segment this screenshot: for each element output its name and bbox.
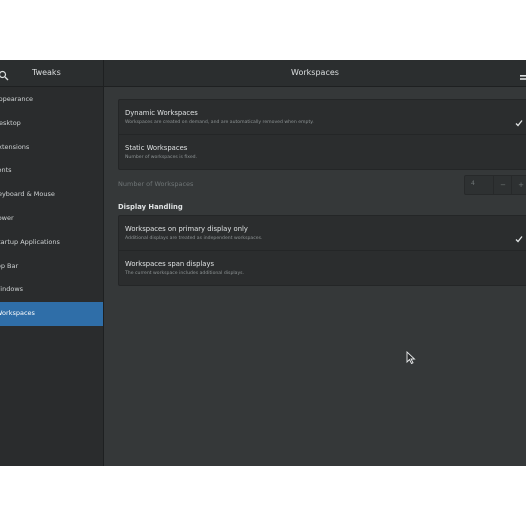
number-of-workspaces-spinbutton[interactable]: 4 − +: [464, 175, 526, 195]
number-of-workspaces-row: Number of Workspaces 4 − +: [118, 175, 526, 195]
span-displays-subtitle: The current workspace includes additiona…: [125, 271, 245, 276]
sidebar-item-label: Startup Applications: [0, 237, 60, 246]
sidebar-item-keyboard-mouse[interactable]: Keyboard & Mouse: [0, 183, 103, 207]
sidebar-item-label: Desktop: [0, 118, 21, 127]
tweaks-window: Tweaks Workspaces Appearance Desktop Ext…: [0, 60, 526, 466]
sidebar: Appearance Desktop Extensions Fonts Keyb…: [0, 87, 104, 466]
static-workspaces-subtitle: Number of workspaces is fixed.: [125, 155, 198, 160]
workspace-mode-group: Dynamic Workspaces Workspaces are create…: [118, 99, 526, 170]
sidebar-item-label: Keyboard & Mouse: [0, 190, 55, 199]
sidebar-item-extensions[interactable]: Extensions: [0, 136, 103, 160]
dynamic-workspaces-row[interactable]: Dynamic Workspaces Workspaces are create…: [119, 100, 526, 135]
workspaces-panel: Dynamic Workspaces Workspaces are create…: [104, 87, 526, 466]
primary-display-only-row[interactable]: Workspaces on primary display only Addit…: [119, 216, 526, 251]
display-handling-group: Workspaces on primary display only Addit…: [118, 215, 526, 286]
static-workspaces-title: Static Workspaces: [125, 144, 188, 152]
increment-button[interactable]: +: [511, 176, 526, 194]
sidebar-item-label: Appearance: [0, 95, 34, 103]
primary-display-only-subtitle: Additional displays are treated as indep…: [125, 236, 263, 241]
sidebar-item-label: Workspaces: [0, 309, 35, 318]
sidebar-item-windows[interactable]: Windows: [0, 278, 103, 302]
sidebar-item-label: Extensions: [0, 142, 30, 151]
app-title: Tweaks: [32, 68, 61, 77]
span-displays-row[interactable]: Workspaces span displays The current wor…: [119, 251, 526, 285]
sidebar-item-fonts[interactable]: Fonts: [0, 159, 103, 183]
number-of-workspaces-value[interactable]: 4: [471, 180, 475, 187]
sidebar-item-label: Power: [0, 213, 14, 222]
sidebar-item-desktop[interactable]: Desktop: [0, 112, 103, 136]
sidebar-item-power[interactable]: Power: [0, 207, 103, 231]
display-handling-heading: Display Handling: [118, 203, 183, 211]
window-menu-icon[interactable]: [520, 68, 526, 80]
dynamic-workspaces-subtitle: Workspaces are created on demand, and ar…: [125, 120, 314, 125]
primary-display-only-title: Workspaces on primary display only: [125, 225, 248, 233]
mouse-pointer-icon: [406, 350, 416, 365]
checkmark-icon: [515, 112, 523, 127]
page-title: Workspaces: [291, 68, 339, 77]
static-workspaces-row[interactable]: Static Workspaces Number of workspaces i…: [119, 135, 526, 169]
dynamic-workspaces-title: Dynamic Workspaces: [125, 109, 198, 117]
search-icon[interactable]: [0, 67, 10, 81]
sidebar-item-top-bar[interactable]: Top Bar: [0, 255, 103, 279]
checkmark-icon: [515, 228, 523, 243]
sidebar-item-appearance[interactable]: Appearance: [0, 88, 103, 112]
sidebar-item-startup-applications[interactable]: Startup Applications: [0, 231, 103, 255]
sidebar-item-label: Windows: [0, 285, 24, 294]
number-of-workspaces-label: Number of Workspaces: [118, 180, 194, 188]
header-bar: Tweaks Workspaces: [0, 60, 526, 87]
span-displays-title: Workspaces span displays: [125, 260, 215, 268]
sidebar-item-label: Fonts: [0, 166, 12, 175]
decrement-button[interactable]: −: [493, 176, 512, 194]
sidebar-item-workspaces[interactable]: Workspaces: [0, 302, 103, 326]
sidebar-item-label: Top Bar: [0, 261, 19, 270]
sidebar-header: Tweaks: [0, 60, 104, 86]
